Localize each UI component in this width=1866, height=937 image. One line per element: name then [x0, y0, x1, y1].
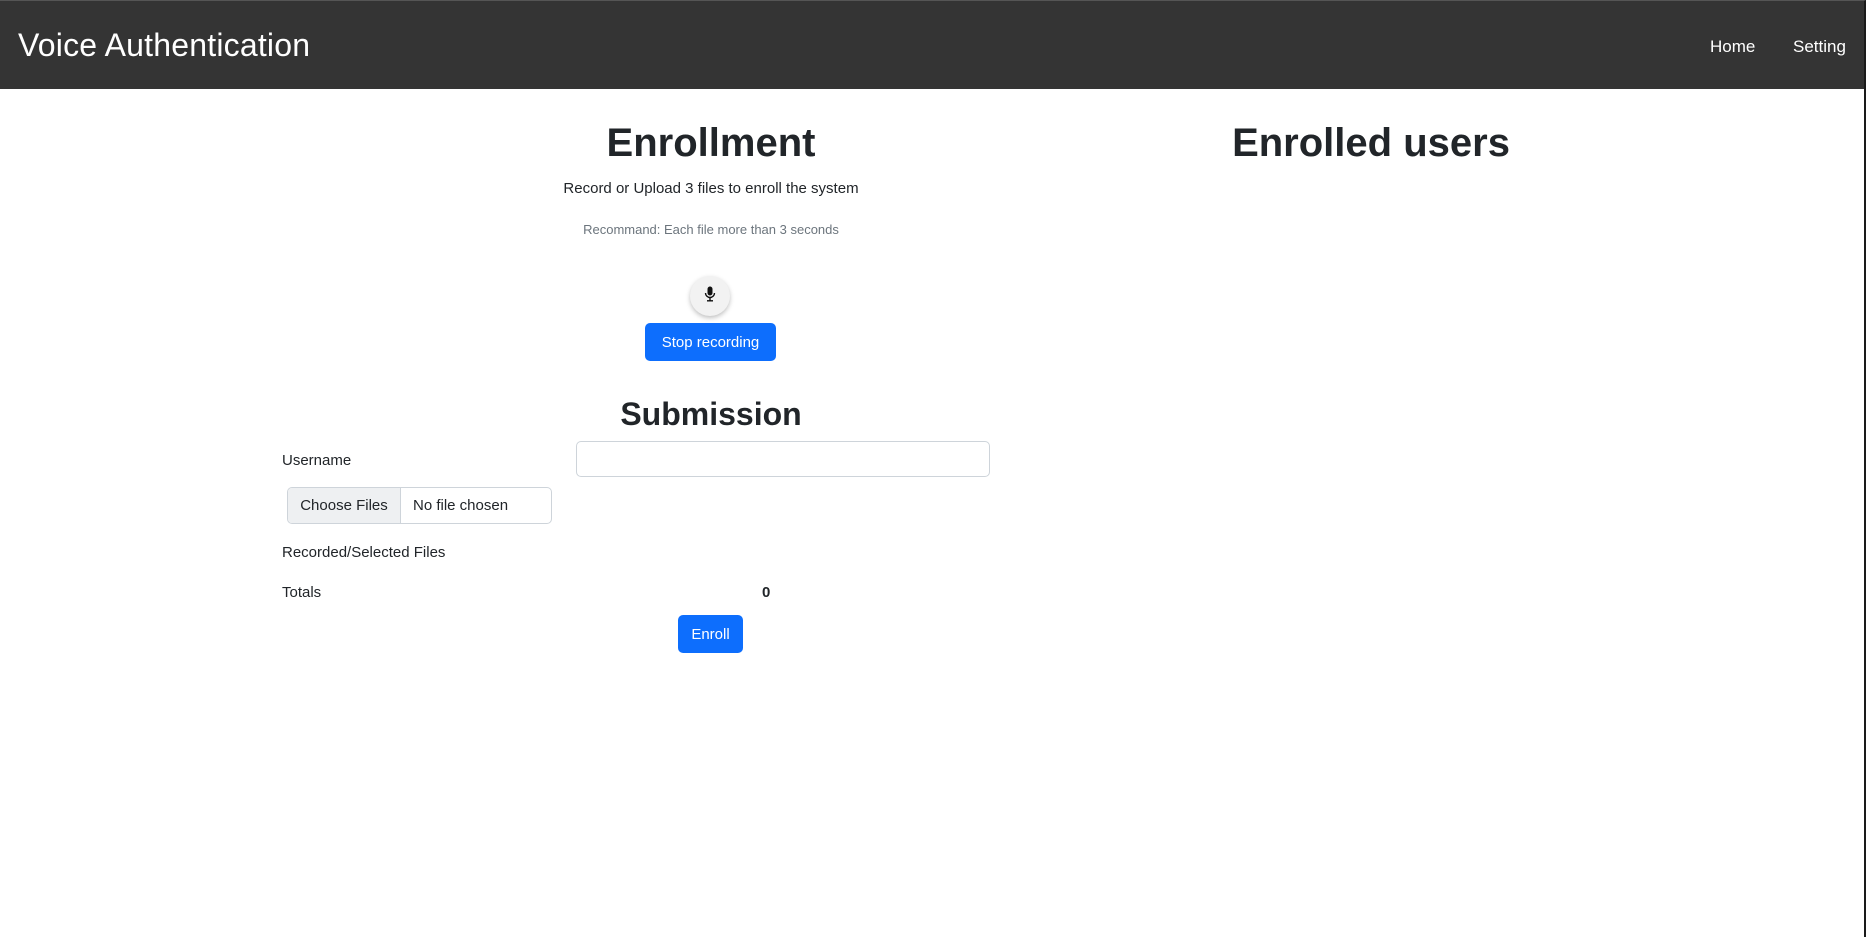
brand-title[interactable]: Voice Authentication: [18, 27, 310, 64]
totals-value: 0: [762, 584, 771, 601]
submission-title: Submission: [620, 396, 802, 432]
enrollment-recommendation: Recommand: Each file more than 3 seconds: [583, 222, 839, 237]
record-button[interactable]: [690, 276, 730, 316]
recorded-files-label: Recorded/Selected Files: [282, 544, 446, 561]
choose-files-button[interactable]: Choose Files: [288, 488, 401, 523]
file-upload-input[interactable]: Choose Files No file chosen: [287, 487, 552, 524]
username-input[interactable]: [576, 441, 990, 477]
nav-home-link[interactable]: Home: [1710, 37, 1755, 57]
username-label: Username: [282, 452, 352, 469]
enrollment-instruction: Record or Upload 3 files to enroll the s…: [563, 180, 859, 197]
totals-label: Totals: [282, 584, 322, 601]
enrolled-users-title: Enrolled users: [1232, 121, 1510, 165]
nav-setting-link[interactable]: Setting: [1793, 37, 1846, 57]
stop-recording-button[interactable]: Stop recording: [645, 323, 776, 361]
file-status-text: No file chosen: [413, 497, 509, 514]
microphone-icon: [704, 286, 716, 307]
enroll-button[interactable]: Enroll: [678, 615, 743, 653]
top-navbar: Voice Authentication Home Setting: [0, 0, 1866, 89]
enrollment-title: Enrollment: [606, 121, 816, 165]
